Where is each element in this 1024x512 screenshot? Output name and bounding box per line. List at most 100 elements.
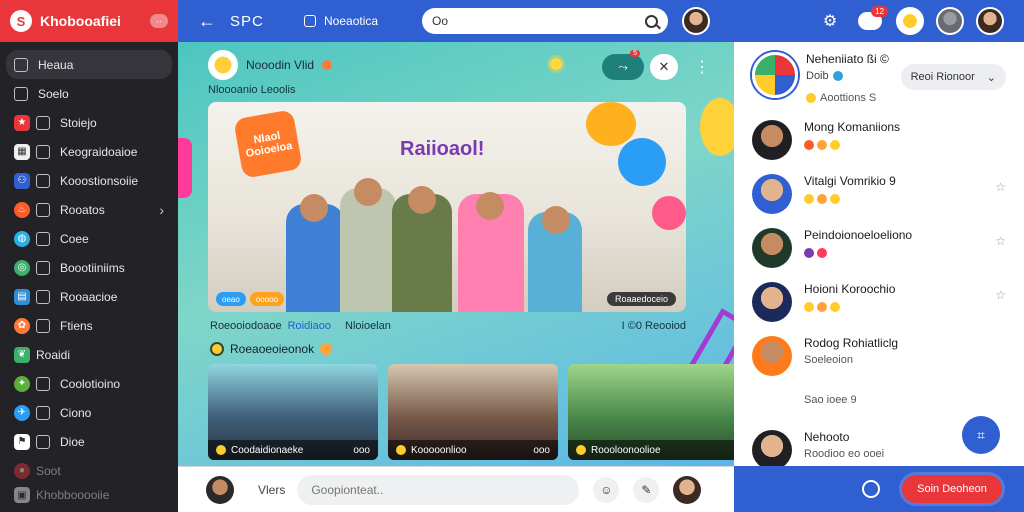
avatar[interactable]: [752, 282, 792, 322]
post-meta: Roeooiodoaoe Roidiaoo Nloioelan I ©0 Reo…: [210, 320, 686, 332]
sidebar-item-home[interactable]: Heaua: [6, 50, 172, 79]
avatar[interactable]: [752, 228, 792, 268]
emoji-icon: [806, 93, 816, 103]
sidebar-item-label: Dioe: [60, 434, 85, 449]
post-header: Nooodin Vlid: [208, 50, 333, 80]
avatar[interactable]: [206, 475, 234, 504]
avatar[interactable]: [752, 336, 792, 376]
emoji-icon: [216, 445, 226, 455]
back-arrow-icon[interactable]: ←: [198, 11, 218, 32]
sidebar-item-label: Ftiens: [60, 318, 93, 333]
emoji-button[interactable]: ☺: [593, 476, 620, 503]
sidebar-item-15[interactable]: ▣ Khobbooooiie: [6, 485, 172, 505]
messages-label: Noeaotica: [324, 14, 379, 28]
sidebar-item-label: Rooatos: [60, 202, 105, 217]
post-author[interactable]: Nooodin Vlid: [246, 58, 314, 72]
top-actions: ⚙ 12: [816, 6, 1004, 35]
bag-icon: ●: [14, 462, 30, 479]
star-icon[interactable]: ☆: [995, 288, 1006, 302]
emoji-icon: [830, 194, 840, 204]
avatar[interactable]: [752, 430, 792, 466]
profile-dropdown-button[interactable]: Reoi Rionoor ⌄: [900, 64, 1006, 90]
section-icon: [210, 342, 224, 356]
comment-input[interactable]: [297, 474, 580, 505]
profile-icon[interactable]: [862, 480, 880, 498]
messages-link[interactable]: Noeaotica: [304, 14, 404, 28]
chat-button[interactable]: 12: [856, 6, 888, 35]
avatar[interactable]: [673, 475, 702, 504]
square-icon: [36, 115, 50, 130]
sidebar-item-8[interactable]: ▤ Rooaacioe: [6, 282, 172, 311]
compose-fab-button[interactable]: ⌗: [962, 416, 1000, 454]
avatar[interactable]: [896, 7, 924, 35]
search-icon[interactable]: [645, 14, 658, 28]
profile-reactions: Aoottions S: [806, 92, 889, 104]
avatar[interactable]: [752, 174, 792, 214]
person-head: [354, 178, 382, 206]
primary-action-button[interactable]: Soin Deoheon: [902, 475, 1002, 503]
emoji-icon: [830, 140, 840, 150]
sidebar-item-4[interactable]: ⚇ Kooostionsoiie: [6, 166, 172, 195]
sidebar-item-2[interactable]: ★ Stoiejo: [6, 108, 172, 137]
list-item[interactable]: Vitalgi Vomrikio 9 ☆: [734, 174, 1024, 228]
emoji-icon: [320, 343, 333, 355]
hero-badge: oeao: [216, 292, 246, 306]
more-icon[interactable]: ⋮: [694, 57, 710, 77]
emoji-icon: [817, 302, 827, 312]
profile-sub: Doib: [806, 70, 889, 82]
brand-header[interactable]: S Khobooafiei ··: [0, 0, 178, 42]
thumbnail-card[interactable]: Coodaidionaeke ooo: [208, 364, 378, 460]
search-input[interactable]: [432, 14, 645, 28]
thumbnail-count: ooo: [353, 444, 370, 456]
square-icon: [36, 144, 50, 159]
share-button[interactable]: ⤳ 5: [602, 50, 644, 80]
sidebar-item-13[interactable]: ⚑ Dioe: [6, 427, 172, 456]
decoration: [700, 98, 734, 156]
list-item[interactable]: Peindoionoeloeliono ☆: [734, 228, 1024, 282]
square-icon: [36, 173, 50, 188]
friend-sub: Sao ioee 9: [804, 394, 857, 406]
avatar[interactable]: [752, 120, 792, 160]
emoji-icon: [817, 194, 827, 204]
sidebar-item-9[interactable]: ✿ Ftiens: [6, 311, 172, 340]
post-caption: Nloooanio Leoolis: [208, 84, 296, 96]
star-icon[interactable]: ☆: [995, 180, 1006, 194]
emoji-icon: [804, 140, 814, 150]
star-icon: ★: [14, 114, 30, 131]
star-icon[interactable]: ☆: [995, 234, 1006, 248]
avatar[interactable]: [752, 52, 798, 98]
list-item[interactable]: Rodog Rohiatliclg Soeleoion: [734, 336, 1024, 390]
sidebar-item-12[interactable]: ✈ Ciono: [6, 398, 172, 427]
friend-sub: Soeleoion: [804, 354, 853, 366]
post-image[interactable]: Nlaol Ooioeioa Raiioaol! oeao ooooo Roaa…: [208, 102, 686, 312]
close-icon[interactable]: ✕: [650, 54, 678, 80]
decoration: [178, 138, 192, 198]
hero-badge: Roaaedoceio: [606, 292, 676, 306]
profile-info: Neheniiato ßi © Doib Aoottions S: [806, 52, 889, 120]
meta-tag[interactable]: Roidiaoo: [288, 320, 331, 332]
reaction-emojis: [804, 140, 1006, 150]
grid-icon: [14, 86, 28, 101]
avatar[interactable]: [208, 50, 238, 80]
sidebar-item-7[interactable]: ◎ Boootiiniims: [6, 253, 172, 282]
profile-name[interactable]: Neheniiato ßi ©: [806, 52, 889, 66]
list-item[interactable]: Hoioni Koroochio ☆: [734, 282, 1024, 336]
square-icon: [36, 231, 50, 246]
avatar[interactable]: [682, 7, 710, 35]
person-head: [542, 206, 570, 234]
sidebar-item-1[interactable]: Soelo: [6, 79, 172, 108]
sidebar-item-3[interactable]: ▦ Keograidoaioe: [6, 137, 172, 166]
sidebar-item-11[interactable]: ✦ Coolotioino: [6, 369, 172, 398]
sidebar-item-5[interactable]: ♨ Rooatos ›: [6, 195, 172, 224]
avatar[interactable]: [936, 7, 964, 35]
avatar[interactable]: [976, 7, 1004, 35]
sidebar-item-14[interactable]: ● Soot: [6, 456, 172, 485]
friend-info: Rodog Rohiatliclg Soeleoion: [804, 336, 1006, 366]
list-item[interactable]: Mong Komaniions: [734, 120, 1024, 174]
sidebar-item-6[interactable]: ◍ Coee: [6, 224, 172, 253]
sidebar-item-10[interactable]: ❦ Roaidi: [6, 340, 172, 369]
settings-icon[interactable]: ⚙: [816, 7, 844, 35]
thumbnail-card[interactable]: Roooloonoolioe: [568, 364, 734, 460]
attach-button[interactable]: ✎: [633, 476, 660, 503]
thumbnail-card[interactable]: Kooooonlioo ooo: [388, 364, 558, 460]
